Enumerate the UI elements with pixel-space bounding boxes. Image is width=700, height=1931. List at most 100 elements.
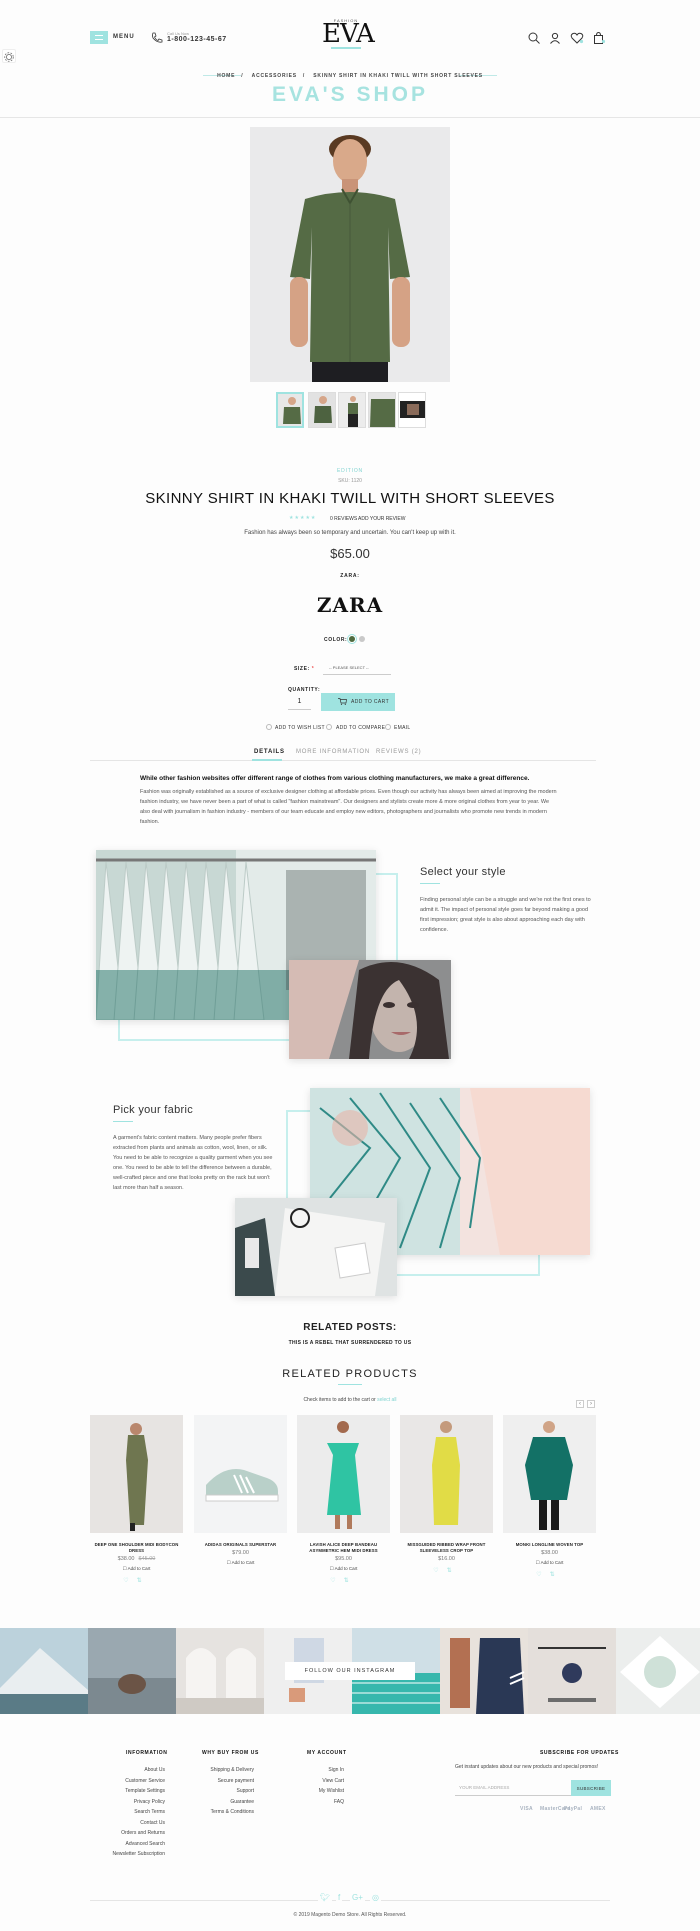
footer-link[interactable]: Template Settings [90,1786,165,1797]
details-lead: While other fashion websites offer diffe… [140,775,530,782]
twitter-icon[interactable]: 🐦︎ [318,1893,333,1902]
footer-link[interactable]: Advanced Search [90,1839,165,1850]
product-category[interactable]: EDITION [0,468,700,474]
compare-icon[interactable]: ⇅ [550,1572,563,1578]
footer-link[interactable]: Shipping & Delivery [190,1765,254,1776]
product-image[interactable] [503,1415,596,1533]
wishlist-heart-icon[interactable]: ♡ [330,1578,343,1584]
footer-link[interactable]: Orders and Returns [90,1828,165,1839]
add-to-cart-button[interactable]: ADD TO CART [321,693,395,711]
product-image[interactable] [297,1415,390,1533]
gallery-thumb-video[interactable] [398,392,426,428]
color-swatch-khaki[interactable] [349,636,355,642]
footer-link[interactable]: Privacy Policy [90,1797,165,1808]
add-to-cart-checkbox[interactable]: ☐ Add to Cart [503,1560,596,1566]
facebook-icon[interactable]: f [336,1893,343,1902]
compare-icon[interactable]: ⇅ [344,1578,357,1584]
footer-link[interactable]: Sign In [300,1765,344,1776]
gallery-thumb-4[interactable] [368,392,396,428]
footer-link[interactable]: Secure payment [190,1776,254,1787]
product-name[interactable]: LAVISH ALICE DEEP BANDEAU ASYMMETRIC HEM… [297,1542,390,1554]
footer-link[interactable]: Support [190,1786,254,1797]
brand-logo[interactable]: ZARA [0,593,700,617]
footer-link[interactable]: Newsletter Subscription [90,1849,165,1860]
add-to-cart-checkbox[interactable]: ☐ Add to Cart [194,1560,287,1566]
product-main-image[interactable] [250,127,450,382]
product-image[interactable] [400,1415,493,1533]
product-image[interactable] [194,1415,287,1533]
footer-link[interactable]: Search Terms [90,1807,165,1818]
size-select[interactable]: -- PLEASE SELECT -- [323,661,391,675]
add-to-wishlist-link[interactable]: ADD TO WISH LIST [275,725,325,731]
wishlist-heart-icon[interactable]: ♡ [536,1572,549,1578]
footer-link[interactable]: My Wishlist [300,1786,344,1797]
related-products-title: RELATED PRODUCTS [282,1368,418,1380]
phone-number[interactable]: 1-800-123-45-67 [167,36,227,43]
cart-icon[interactable] [592,31,606,45]
product-card[interactable]: MISSGUIDED RIBBED WRAP FRONT SLEEVELESS … [400,1415,493,1574]
footer-link[interactable]: Terms & Conditions [190,1807,254,1818]
quantity-input[interactable]: 1 [288,695,311,710]
gallery-thumb-3[interactable] [338,392,366,428]
product-card[interactable]: DEEP ONE SHOULDER MIDI BODYCON DRESS $38… [90,1415,183,1584]
select-all-link[interactable]: select all [377,1397,396,1403]
compare-icon[interactable]: ⇅ [447,1568,460,1574]
instagram-photo[interactable] [440,1628,528,1714]
product-card[interactable]: MONKI LONGLINE WOVEN TOP $38.00 ☐ Add to… [503,1415,596,1578]
subscribe-button[interactable]: SUBSCRIBE [571,1780,611,1796]
instagram-photo[interactable] [616,1628,700,1714]
carousel-prev-button[interactable]: ‹ [576,1400,584,1408]
tab-details[interactable]: DETAILS [254,749,285,755]
newsletter-email-input[interactable]: YOUR EMAIL ADDRESS [455,1780,572,1796]
product-card[interactable]: ADIDAS ORIGINALS SUPERSTAR $79.00 ☐ Add … [194,1415,287,1566]
footer-link[interactable]: About Us [90,1765,165,1776]
instagram-icon[interactable]: ◎ [370,1893,381,1902]
footer-link[interactable]: Guarantee [190,1797,254,1808]
wishlist-heart-icon[interactable]: ♡ [123,1578,136,1584]
product-card[interactable]: LAVISH ALICE DEEP BANDEAU ASYMMETRIC HEM… [297,1415,390,1584]
user-icon[interactable] [548,31,562,45]
instagram-photo[interactable] [528,1628,616,1714]
product-price: $38.00 [117,1556,135,1562]
add-to-cart-checkbox[interactable]: ☐ Add to Cart [297,1566,390,1572]
color-swatch-grey[interactable] [359,636,365,642]
email-link[interactable]: EMAIL [394,725,411,731]
reviews-count-link[interactable]: 0 REVIEWS [330,516,357,522]
instagram-photo[interactable] [88,1628,176,1714]
product-name[interactable]: MONKI LONGLINE WOVEN TOP [503,1542,596,1548]
instagram-photo[interactable] [176,1628,264,1714]
gallery-thumb-1[interactable] [276,392,304,428]
product-price-row: $95.00 [297,1556,390,1562]
logo[interactable]: FASHION EVA [322,18,375,54]
product-name[interactable]: DEEP ONE SHOULDER MIDI BODYCON DRESS [90,1542,183,1554]
tab-more-information[interactable]: MORE INFORMATION [296,749,370,755]
product-name[interactable]: MISSGUIDED RIBBED WRAP FRONT SLEEVELESS … [400,1542,493,1554]
breadcrumb-home[interactable]: HOME [217,73,235,79]
fabric-title-underline [113,1121,133,1122]
menu-label[interactable]: MENU [113,34,135,40]
gallery-thumb-2[interactable] [308,392,336,428]
add-to-cart-label: Add to Cart [540,1560,564,1565]
breadcrumb-accessories[interactable]: ACCESSORIES [252,73,297,79]
compare-icon[interactable]: ⇅ [137,1578,150,1584]
related-post-link[interactable]: THIS IS A REBEL THAT SURRENDERED TO US [0,1340,700,1346]
footer-link[interactable]: FAQ [300,1797,344,1808]
settings-gear-icon[interactable] [2,49,16,63]
add-to-compare-link[interactable]: ADD TO COMPARE [336,725,385,731]
tab-reviews[interactable]: REVIEWS (2) [376,749,421,755]
product-name[interactable]: ADIDAS ORIGINALS SUPERSTAR [194,1542,287,1548]
add-review-link[interactable]: ADD YOUR REVIEW [358,516,405,522]
wishlist-heart-icon[interactable] [570,31,584,45]
footer-link[interactable]: View Cart [300,1776,344,1787]
add-to-cart-checkbox[interactable]: ☐ Add to Cart [90,1566,183,1572]
search-icon[interactable] [527,31,541,45]
carousel-next-button[interactable]: › [587,1400,595,1408]
wishlist-heart-icon[interactable]: ♡ [433,1568,446,1574]
product-image[interactable] [90,1415,183,1533]
follow-instagram-button[interactable]: FOLLOW OUR INSTAGRAM [285,1662,415,1680]
instagram-photo[interactable] [0,1628,88,1714]
footer-link[interactable]: Customer Service [90,1776,165,1787]
footer-link[interactable]: Contact Us [90,1818,165,1829]
google-plus-icon[interactable]: G+ [350,1893,365,1902]
menu-button[interactable] [90,31,108,44]
